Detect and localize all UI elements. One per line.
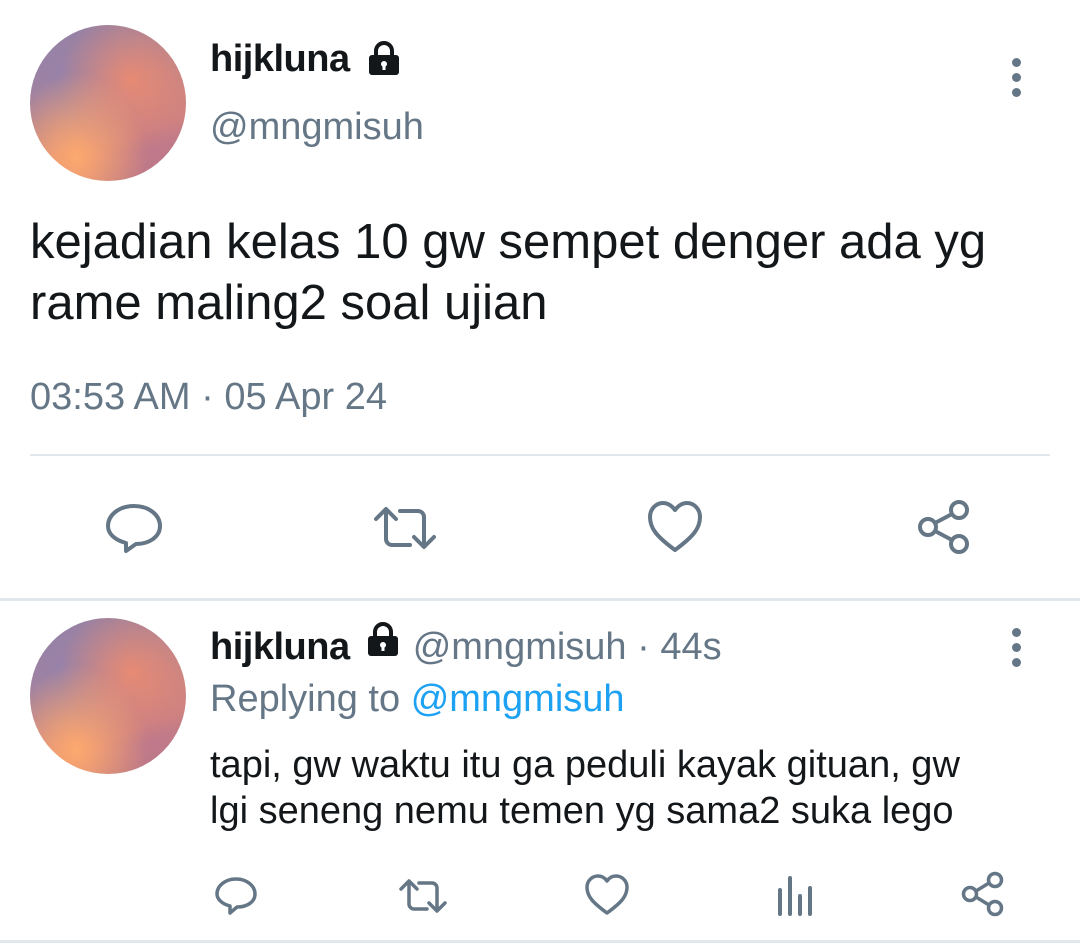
- lock-icon: [364, 622, 402, 668]
- reply-text-line: lgi seneng nemu temen yg sama2 suka lego: [210, 790, 954, 832]
- retweet-icon[interactable]: [397, 878, 449, 914]
- section-divider: [0, 598, 1080, 601]
- more-options-icon[interactable]: [1010, 58, 1022, 103]
- retweet-icon[interactable]: [370, 505, 440, 551]
- divider: [30, 454, 1050, 456]
- reply-text-line: tapi, gw waktu itu ga peduli kayak gitua…: [210, 744, 960, 786]
- timestamp[interactable]: 03:53 AM · 05 Apr 24: [30, 376, 387, 419]
- more-options-icon[interactable]: [1010, 628, 1022, 673]
- tweet-text: kejadian kelas 10 gw sempet denger ada y…: [30, 212, 986, 334]
- replying-prefix: Replying to: [210, 678, 401, 720]
- tweet-text-line: rame maling2 soal ujian: [30, 276, 548, 330]
- user-handle[interactable]: @mngmisuh: [210, 106, 424, 149]
- like-icon[interactable]: [584, 874, 630, 916]
- reply-icon[interactable]: [104, 502, 164, 554]
- reply-icon[interactable]: [214, 876, 258, 916]
- display-name[interactable]: hijkluna: [210, 626, 350, 668]
- tweet-age: · 44s: [637, 626, 722, 668]
- analytics-icon[interactable]: [775, 874, 815, 916]
- share-icon[interactable]: [960, 871, 1006, 917]
- avatar[interactable]: [30, 25, 186, 181]
- lock-icon: [365, 41, 403, 82]
- reply-text: tapi, gw waktu itu ga peduli kayak gitua…: [210, 742, 960, 834]
- share-icon[interactable]: [916, 499, 974, 555]
- replying-to: Replying to @mngmisuh: [210, 678, 625, 721]
- user-handle[interactable]: @mngmisuh: [413, 626, 627, 668]
- avatar[interactable]: [30, 618, 186, 774]
- display-name[interactable]: hijkluna: [210, 38, 350, 81]
- like-icon[interactable]: [646, 500, 704, 554]
- reply-header: hijkluna @mngmisuh · 44s: [210, 622, 722, 669]
- divider: [0, 940, 1080, 943]
- replying-handle-link[interactable]: @mngmisuh: [411, 678, 625, 720]
- tweet-text-line: kejadian kelas 10 gw sempet denger ada y…: [30, 215, 987, 269]
